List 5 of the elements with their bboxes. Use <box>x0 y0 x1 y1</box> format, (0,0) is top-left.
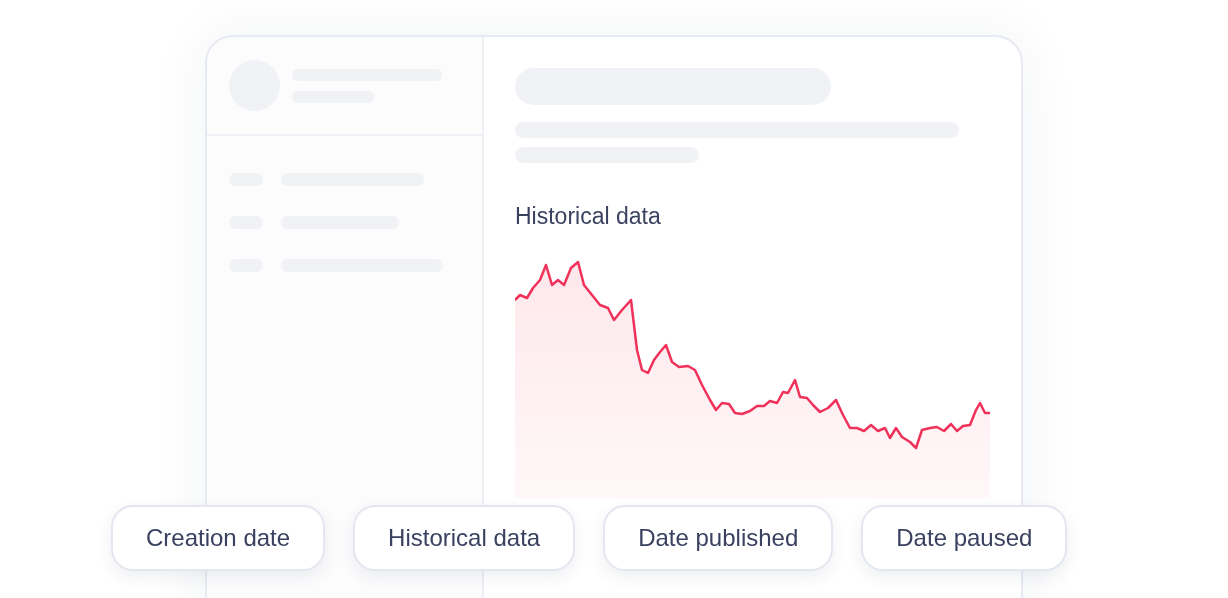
filter-chip[interactable]: Creation date <box>111 505 326 571</box>
section-title: Historical data <box>515 202 662 230</box>
filter-chip[interactable]: Date published <box>603 505 834 571</box>
filter-chip[interactable]: Historical data <box>353 505 576 571</box>
filter-chip[interactable]: Date paused <box>861 505 1068 571</box>
